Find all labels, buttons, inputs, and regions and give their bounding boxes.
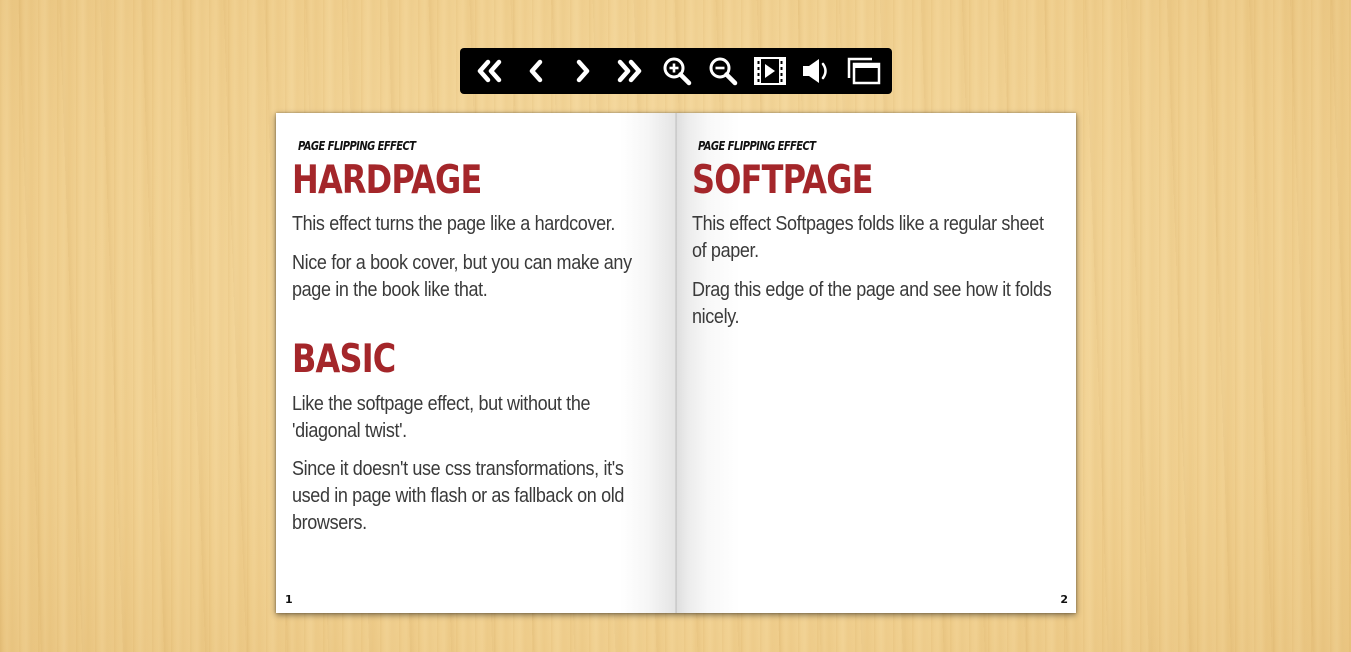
zoom-out-button[interactable] xyxy=(701,51,745,91)
chevron-left-icon xyxy=(529,59,543,83)
page-number: 1 xyxy=(285,593,293,606)
zoom-out-icon xyxy=(709,57,738,86)
double-chevron-left-icon xyxy=(477,59,502,83)
chevron-right-icon xyxy=(576,59,589,83)
flipbook: PAGE FLIPPING EFFECT HARDPAGE This effec… xyxy=(276,113,1076,613)
section-heading-basic: BASIC xyxy=(292,337,396,382)
page-number: 2 xyxy=(1060,593,1068,606)
section-heading-softpage: SOFTPAGE xyxy=(692,158,873,203)
right-page[interactable]: PAGE FLIPPING EFFECT SOFTPAGE This effec… xyxy=(676,113,1076,613)
paragraph: This effect Softpages folds like a regul… xyxy=(692,213,1044,262)
paragraph: Like the softpage effect, but without th… xyxy=(292,393,591,442)
fullscreen-button[interactable] xyxy=(842,51,886,91)
paragraph: Drag this edge of the page and see how i… xyxy=(692,279,1052,328)
zoom-in-button[interactable] xyxy=(655,51,699,91)
page-kicker: PAGE FLIPPING EFFECT xyxy=(298,139,416,153)
fullscreen-icon xyxy=(847,57,881,85)
last-page-button[interactable] xyxy=(608,51,652,91)
first-page-button[interactable] xyxy=(467,51,511,91)
sound-button[interactable] xyxy=(795,51,839,91)
double-chevron-right-icon xyxy=(617,59,641,83)
slideshow-button[interactable] xyxy=(748,51,792,91)
paragraph: Nice for a book cover, but you can make … xyxy=(292,252,632,301)
left-page[interactable]: PAGE FLIPPING EFFECT HARDPAGE This effec… xyxy=(276,113,676,613)
paragraph: Since it doesn't use css transformations… xyxy=(292,458,625,534)
previous-page-button[interactable] xyxy=(514,51,558,91)
book-toolbar xyxy=(460,48,892,94)
zoom-in-icon xyxy=(663,57,691,86)
section-heading-hardpage: HARDPAGE xyxy=(292,158,482,203)
book-spine xyxy=(675,113,677,613)
next-page-button[interactable] xyxy=(561,51,605,91)
paragraph: This effect turns the page like a hardco… xyxy=(292,213,616,235)
sound-icon xyxy=(803,59,827,83)
page-kicker: PAGE FLIPPING EFFECT xyxy=(698,139,816,153)
slideshow-icon xyxy=(754,57,787,85)
